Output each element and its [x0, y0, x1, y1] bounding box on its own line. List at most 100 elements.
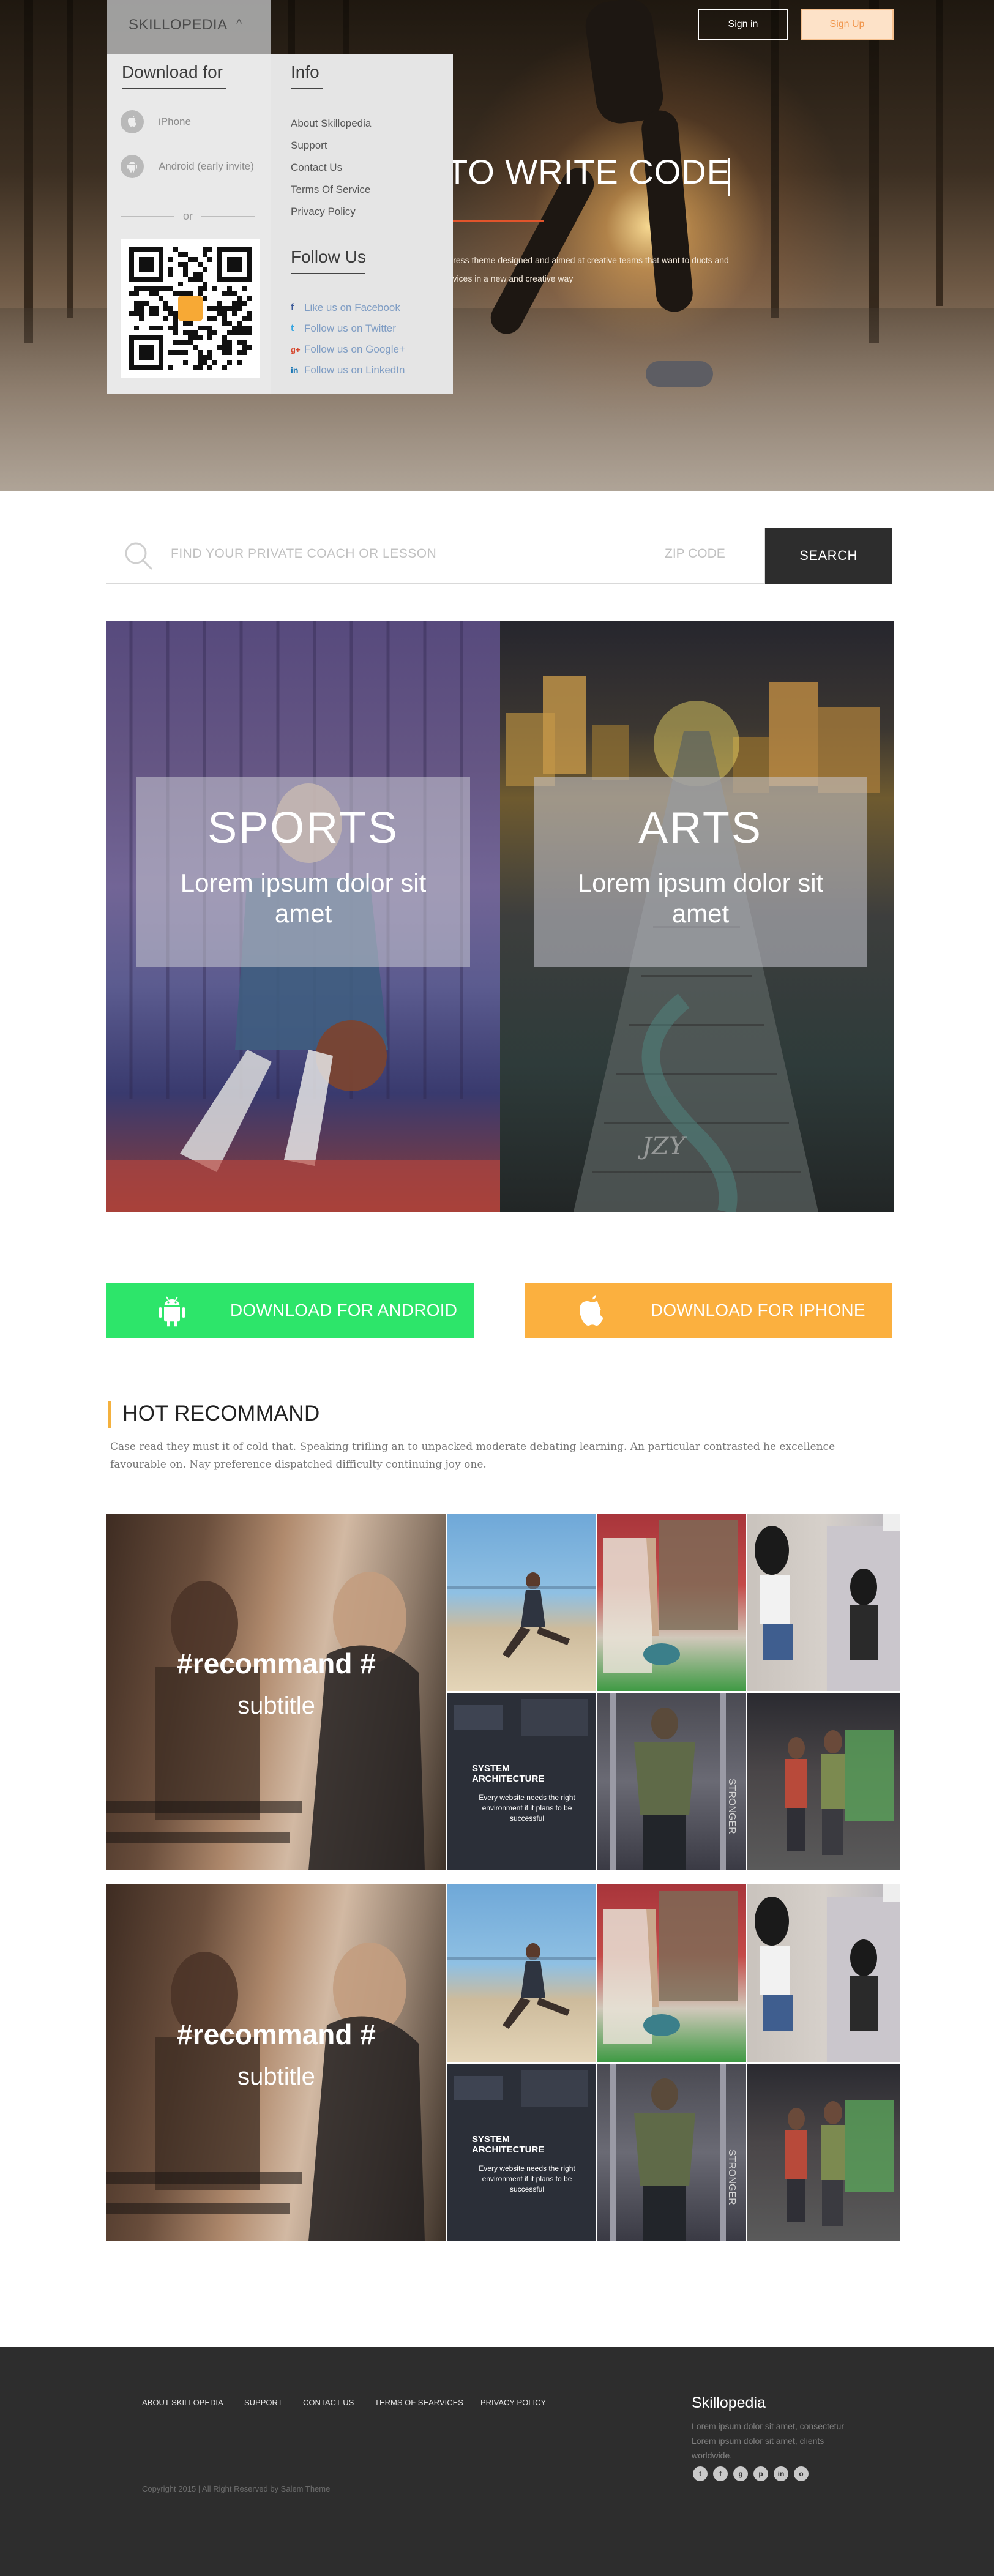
download-iphone-link[interactable]: iPhone	[121, 110, 191, 133]
social-google-label: Follow us on Google+	[304, 343, 405, 355]
search-icon	[125, 542, 153, 570]
brand-logo-text: SKILLOPEDIA	[129, 17, 228, 33]
social-linkedin-link[interactable]: in Follow us on LinkedIn	[291, 364, 405, 376]
sports-title: SPORTS	[207, 804, 399, 853]
social-linkedin-label: Follow us on LinkedIn	[304, 364, 405, 376]
gym-back-photo: STRONGER	[610, 2064, 737, 2241]
linkedin-icon[interactable]: in	[774, 2466, 788, 2481]
recommend-subtitle: subtitle	[237, 2063, 315, 2090]
recommend-feature-card[interactable]: #recommand # subtitle	[106, 1514, 446, 1870]
heading-underline	[291, 88, 323, 89]
hot-recommand-title: HOT RECOMMAND	[122, 1402, 320, 1425]
footer-link-support[interactable]: SUPPORT	[244, 2398, 283, 2407]
brand-menu-toggle[interactable]: SKILLOPEDIA ^	[107, 0, 271, 54]
arts-overlay-panel: ARTS Lorem ipsum dolor sit amet	[534, 777, 867, 967]
download-iphone-label: iPhone	[159, 116, 191, 127]
heading-underline	[122, 88, 226, 89]
gym-back-photo: STRONGER	[610, 1693, 737, 1870]
gym-couple-photo	[785, 1730, 894, 1855]
page: TO WRITE CODE ordress theme designed and…	[0, 0, 994, 2576]
photo-tile-handstand[interactable]	[597, 1884, 746, 2062]
photo-tile-gym-back[interactable]: STRONGER	[597, 1693, 746, 1870]
photo-tile-selfie[interactable]	[747, 1514, 900, 1691]
hero-description: ordress theme designed and aimed at crea…	[441, 255, 729, 283]
hot-recommand-description: Case read they must it of cold that. Spe…	[110, 1441, 835, 1471]
download-android-link[interactable]: Android (early invite)	[121, 155, 254, 178]
android-icon	[159, 1296, 185, 1327]
hero-tree	[771, 0, 779, 318]
search-input[interactable]: FIND YOUR PRIVATE COACH OR LESSON	[106, 528, 640, 584]
chevron-up-icon: ^	[236, 17, 242, 31]
sign-in-button[interactable]: Sign in	[698, 9, 788, 40]
download-iphone-button[interactable]: DOWNLOAD FOR IPHONE	[525, 1283, 892, 1338]
qr-code	[121, 239, 260, 378]
pinterest-icon[interactable]: p	[753, 2466, 768, 2481]
hero-tree	[67, 0, 73, 318]
category-arts-card[interactable]: JZY ARTS Lorem ipsum dolor sit amet	[500, 621, 894, 1212]
sports-overlay-panel: SPORTS Lorem ipsum dolor sit amet	[136, 777, 470, 967]
system-architecture-text: Every website needs the right environmen…	[479, 1793, 575, 1823]
download-android-button[interactable]: DOWNLOAD FOR ANDROID	[106, 1283, 474, 1338]
footer-brand: Skillopedia	[692, 2394, 766, 2411]
info-link-contact[interactable]: Contact Us	[291, 162, 342, 174]
photo-tile-gym-back[interactable]: STRONGER	[597, 2064, 746, 2241]
linkedin-icon: in	[291, 365, 299, 375]
recommend-feature-card[interactable]: #recommand # subtitle	[106, 1884, 446, 2241]
download-column: Download for iPhone Android (early invit…	[107, 54, 271, 394]
social-google-link[interactable]: g+ Follow us on Google+	[291, 343, 405, 356]
photo-tile-beach-run[interactable]	[447, 1884, 596, 2062]
info-link-terms[interactable]: Terms Of Service	[291, 184, 370, 196]
instagram-icon[interactable]: o	[794, 2466, 809, 2481]
facebook-icon[interactable]: f	[713, 2466, 728, 2481]
zip-placeholder: ZIP CODE	[665, 547, 725, 561]
info-link-about[interactable]: About Skillopedia	[291, 118, 371, 130]
system-architecture-title: SYSTEM ARCHITECTURE	[472, 1763, 545, 1784]
selfie-photo	[755, 1514, 900, 1691]
info-link-privacy[interactable]: Privacy Policy	[291, 206, 356, 218]
download-heading: Download for	[122, 62, 223, 81]
photo-tile-beach-run[interactable]	[447, 1514, 596, 1691]
footer-link-contact[interactable]: CONTACT US	[303, 2398, 354, 2407]
social-facebook-link[interactable]: f Like us on Facebook	[291, 302, 400, 314]
arts-title: ARTS	[638, 804, 763, 853]
photo-tile-gym-couple[interactable]	[747, 1693, 900, 1870]
footer-link-terms[interactable]: TERMS OF SEARVICES	[375, 2398, 463, 2407]
sign-up-button[interactable]: Sign Up	[801, 9, 894, 40]
beach-runner-photo	[447, 1572, 596, 1658]
category-sports-card[interactable]: SPORTS Lorem ipsum dolor sit amet	[106, 621, 500, 1212]
info-heading: Info	[291, 62, 320, 81]
recommend-subtitle: subtitle	[237, 1692, 315, 1719]
footer-copyright: Copyright 2015 | All Right Reserved by S…	[142, 2484, 331, 2493]
photo-tile-system-architecture[interactable]: SYSTEM ARCHITECTURE Every website needs …	[447, 1693, 596, 1870]
gym-couple-photo	[785, 2100, 894, 2226]
footer-link-privacy[interactable]: PRIVACY POLICY	[480, 2398, 546, 2407]
android-icon	[121, 155, 144, 178]
photo-tile-handstand[interactable]	[597, 1514, 746, 1691]
google-plus-icon[interactable]: g	[733, 2466, 748, 2481]
twitter-icon[interactable]: t	[693, 2466, 708, 2481]
handstand-photo	[604, 1891, 738, 2044]
hero-title: TO WRITE CODE	[447, 152, 731, 191]
footer-about-text: Lorem ipsum dolor sit amet, consectetur …	[692, 2421, 844, 2460]
divider-line	[201, 215, 256, 217]
footer-link-about[interactable]: ABOUT SKILLOPEDIA	[142, 2398, 223, 2407]
photo-tile-selfie[interactable]	[747, 1884, 900, 2062]
download-android-label: DOWNLOAD FOR ANDROID	[230, 1301, 458, 1320]
social-twitter-link[interactable]: t Follow us on Twitter	[291, 323, 396, 335]
zip-code-input[interactable]: ZIP CODE	[640, 528, 765, 584]
runner-shoe	[646, 361, 713, 387]
photo-tile-system-architecture[interactable]: SYSTEM ARCHITECTURE Every website needs …	[447, 2064, 596, 2241]
hero-tree	[24, 0, 33, 343]
search-placeholder: FIND YOUR PRIVATE COACH OR LESSON	[171, 547, 437, 561]
info-link-support[interactable]: Support	[291, 140, 327, 152]
social-facebook-label: Like us on Facebook	[304, 302, 400, 313]
apple-icon	[121, 110, 144, 133]
search-button[interactable]: SEARCH	[765, 528, 892, 584]
recommend-title: #recommand #	[177, 1648, 376, 1679]
hero-text-cursor	[728, 158, 730, 196]
system-architecture-title: SYSTEM ARCHITECTURE	[472, 2134, 545, 2155]
follow-heading: Follow Us	[291, 247, 366, 266]
photo-tile-gym-couple[interactable]	[747, 2064, 900, 2241]
hero-underline	[452, 220, 544, 222]
hero-tree	[936, 0, 943, 306]
